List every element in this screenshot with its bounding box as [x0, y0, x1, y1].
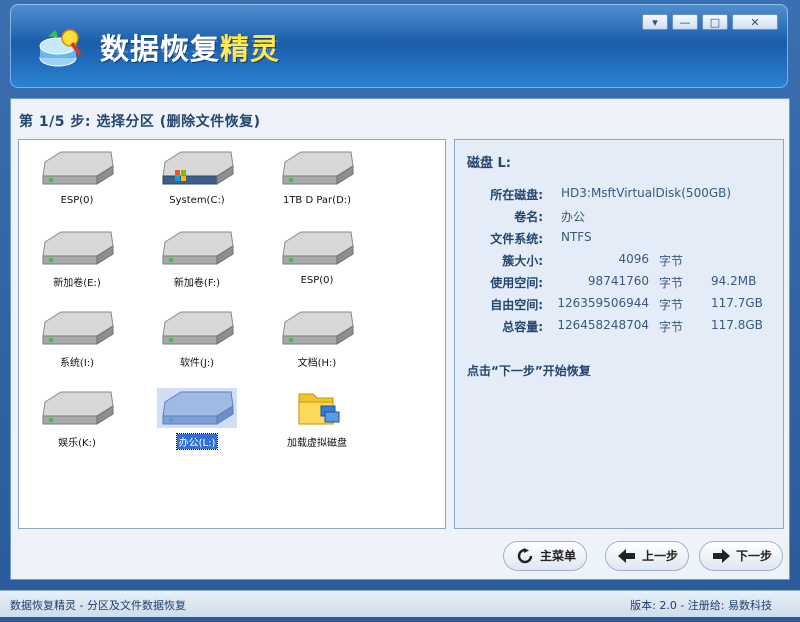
arrow-left-icon [618, 549, 635, 563]
drive-label: ESP(0) [300, 275, 334, 286]
drive-item[interactable]: ESP(0) [267, 228, 367, 300]
windows-drive-icon [162, 151, 234, 185]
drive-label: 办公(L:) [175, 433, 219, 450]
status-left: 数据恢复精灵 - 分区及文件数据恢复 [10, 599, 186, 612]
drive-item[interactable]: 新加卷(E:) [27, 228, 127, 300]
disk-info-panel: 磁盘 L: 所在磁盘: HD3:MsftVirtualDisk(500GB) 卷… [454, 139, 784, 529]
refresh-icon [517, 548, 533, 564]
step-title: 第 1/5 步: 选择分区 (删除文件恢复) [19, 114, 261, 130]
drive-label: 娱乐(K:) [58, 438, 96, 449]
drive-label: 软件(J:) [179, 358, 215, 369]
status-right: 版本: 2.0 - 注册给: 易数科技 [630, 599, 772, 612]
drive-item[interactable]: 娱乐(K:) [27, 388, 127, 460]
drive-label: ESP(0) [60, 195, 94, 206]
drive-icon [42, 231, 114, 265]
folder-virtual-disk-icon [298, 393, 340, 425]
drive-item[interactable]: 新加卷(F:) [147, 228, 247, 300]
close-button[interactable]: ✕ [732, 14, 778, 30]
main-menu-button[interactable]: 主菜单 [503, 541, 587, 571]
drive-label: 新加卷(F:) [173, 278, 221, 289]
title-banner: 数据恢复精灵 数据恢复精灵 ▾ — □ ✕ [10, 4, 788, 88]
info-row-cluster: 簇大小: 4096 字节 [502, 252, 684, 268]
menu-dropdown-button[interactable]: ▾ [642, 14, 668, 30]
status-bar: 数据恢复精灵 - 分区及文件数据恢复 版本: 2.0 - 注册给: 易数科技 [0, 590, 800, 617]
drive-icon [42, 311, 114, 345]
main-content: 第 1/5 步: 选择分区 (删除文件恢复) ESP(0) System(C:)… [10, 98, 790, 580]
minimize-button[interactable]: — [672, 14, 698, 30]
drive-item[interactable]: 软件(J:) [147, 308, 247, 380]
drive-item[interactable]: 1TB D Par(D:) [267, 148, 367, 220]
drive-item[interactable]: System(C:) [147, 148, 247, 220]
drive-icon [282, 311, 354, 345]
load-virtual-disk-item[interactable]: 加载虚拟磁盘 [267, 388, 367, 460]
app-logo-icon [39, 29, 82, 67]
drive-icon [282, 151, 354, 185]
app-title-reflection: 数据恢复精灵 [100, 38, 281, 57]
drive-icon [162, 231, 234, 265]
next-step-hint: 点击“下一步”开始恢复 [467, 364, 591, 378]
app-window: 数据恢复精灵 数据恢复精灵 ▾ — □ ✕ 第 1/5 步: 选择分区 (删除文… [0, 0, 800, 622]
info-row-total: 总容量: 126458248704 字节 117.8GB [502, 318, 763, 334]
maximize-button[interactable]: □ [702, 14, 728, 30]
drive-icon [42, 391, 114, 425]
drive-label: 加载虚拟磁盘 [287, 438, 347, 449]
drive-icon [282, 231, 354, 265]
drive-item[interactable]: 系统(I:) [27, 308, 127, 380]
partition-list: ESP(0) System(C:) 1TB D Par(D:) 新加卷(E:) … [18, 139, 446, 529]
info-row-used: 使用空间: 98741760 字节 94.2MB [490, 274, 757, 290]
drive-icon [42, 151, 114, 185]
arrow-right-icon [713, 549, 730, 563]
disk-title: 磁盘 L: [467, 156, 512, 171]
drive-label: 文档(H:) [297, 358, 337, 369]
drive-item[interactable]: ESP(0) [27, 148, 127, 220]
drive-item-selected[interactable]: 办公(L:) [147, 388, 247, 460]
drive-label: System(C:) [169, 195, 225, 206]
info-row-free: 自由空间: 126359506944 字节 117.7GB [490, 296, 763, 312]
prev-step-button[interactable]: 上一步 [605, 541, 689, 571]
drive-icon [157, 388, 237, 428]
drive-label: 系统(I:) [59, 358, 95, 369]
drive-item[interactable]: 文档(H:) [267, 308, 367, 380]
drive-label: 1TB D Par(D:) [282, 195, 352, 206]
drive-label: 新加卷(E:) [53, 278, 101, 289]
next-step-button[interactable]: 下一步 [699, 541, 783, 571]
drive-icon [162, 311, 234, 345]
